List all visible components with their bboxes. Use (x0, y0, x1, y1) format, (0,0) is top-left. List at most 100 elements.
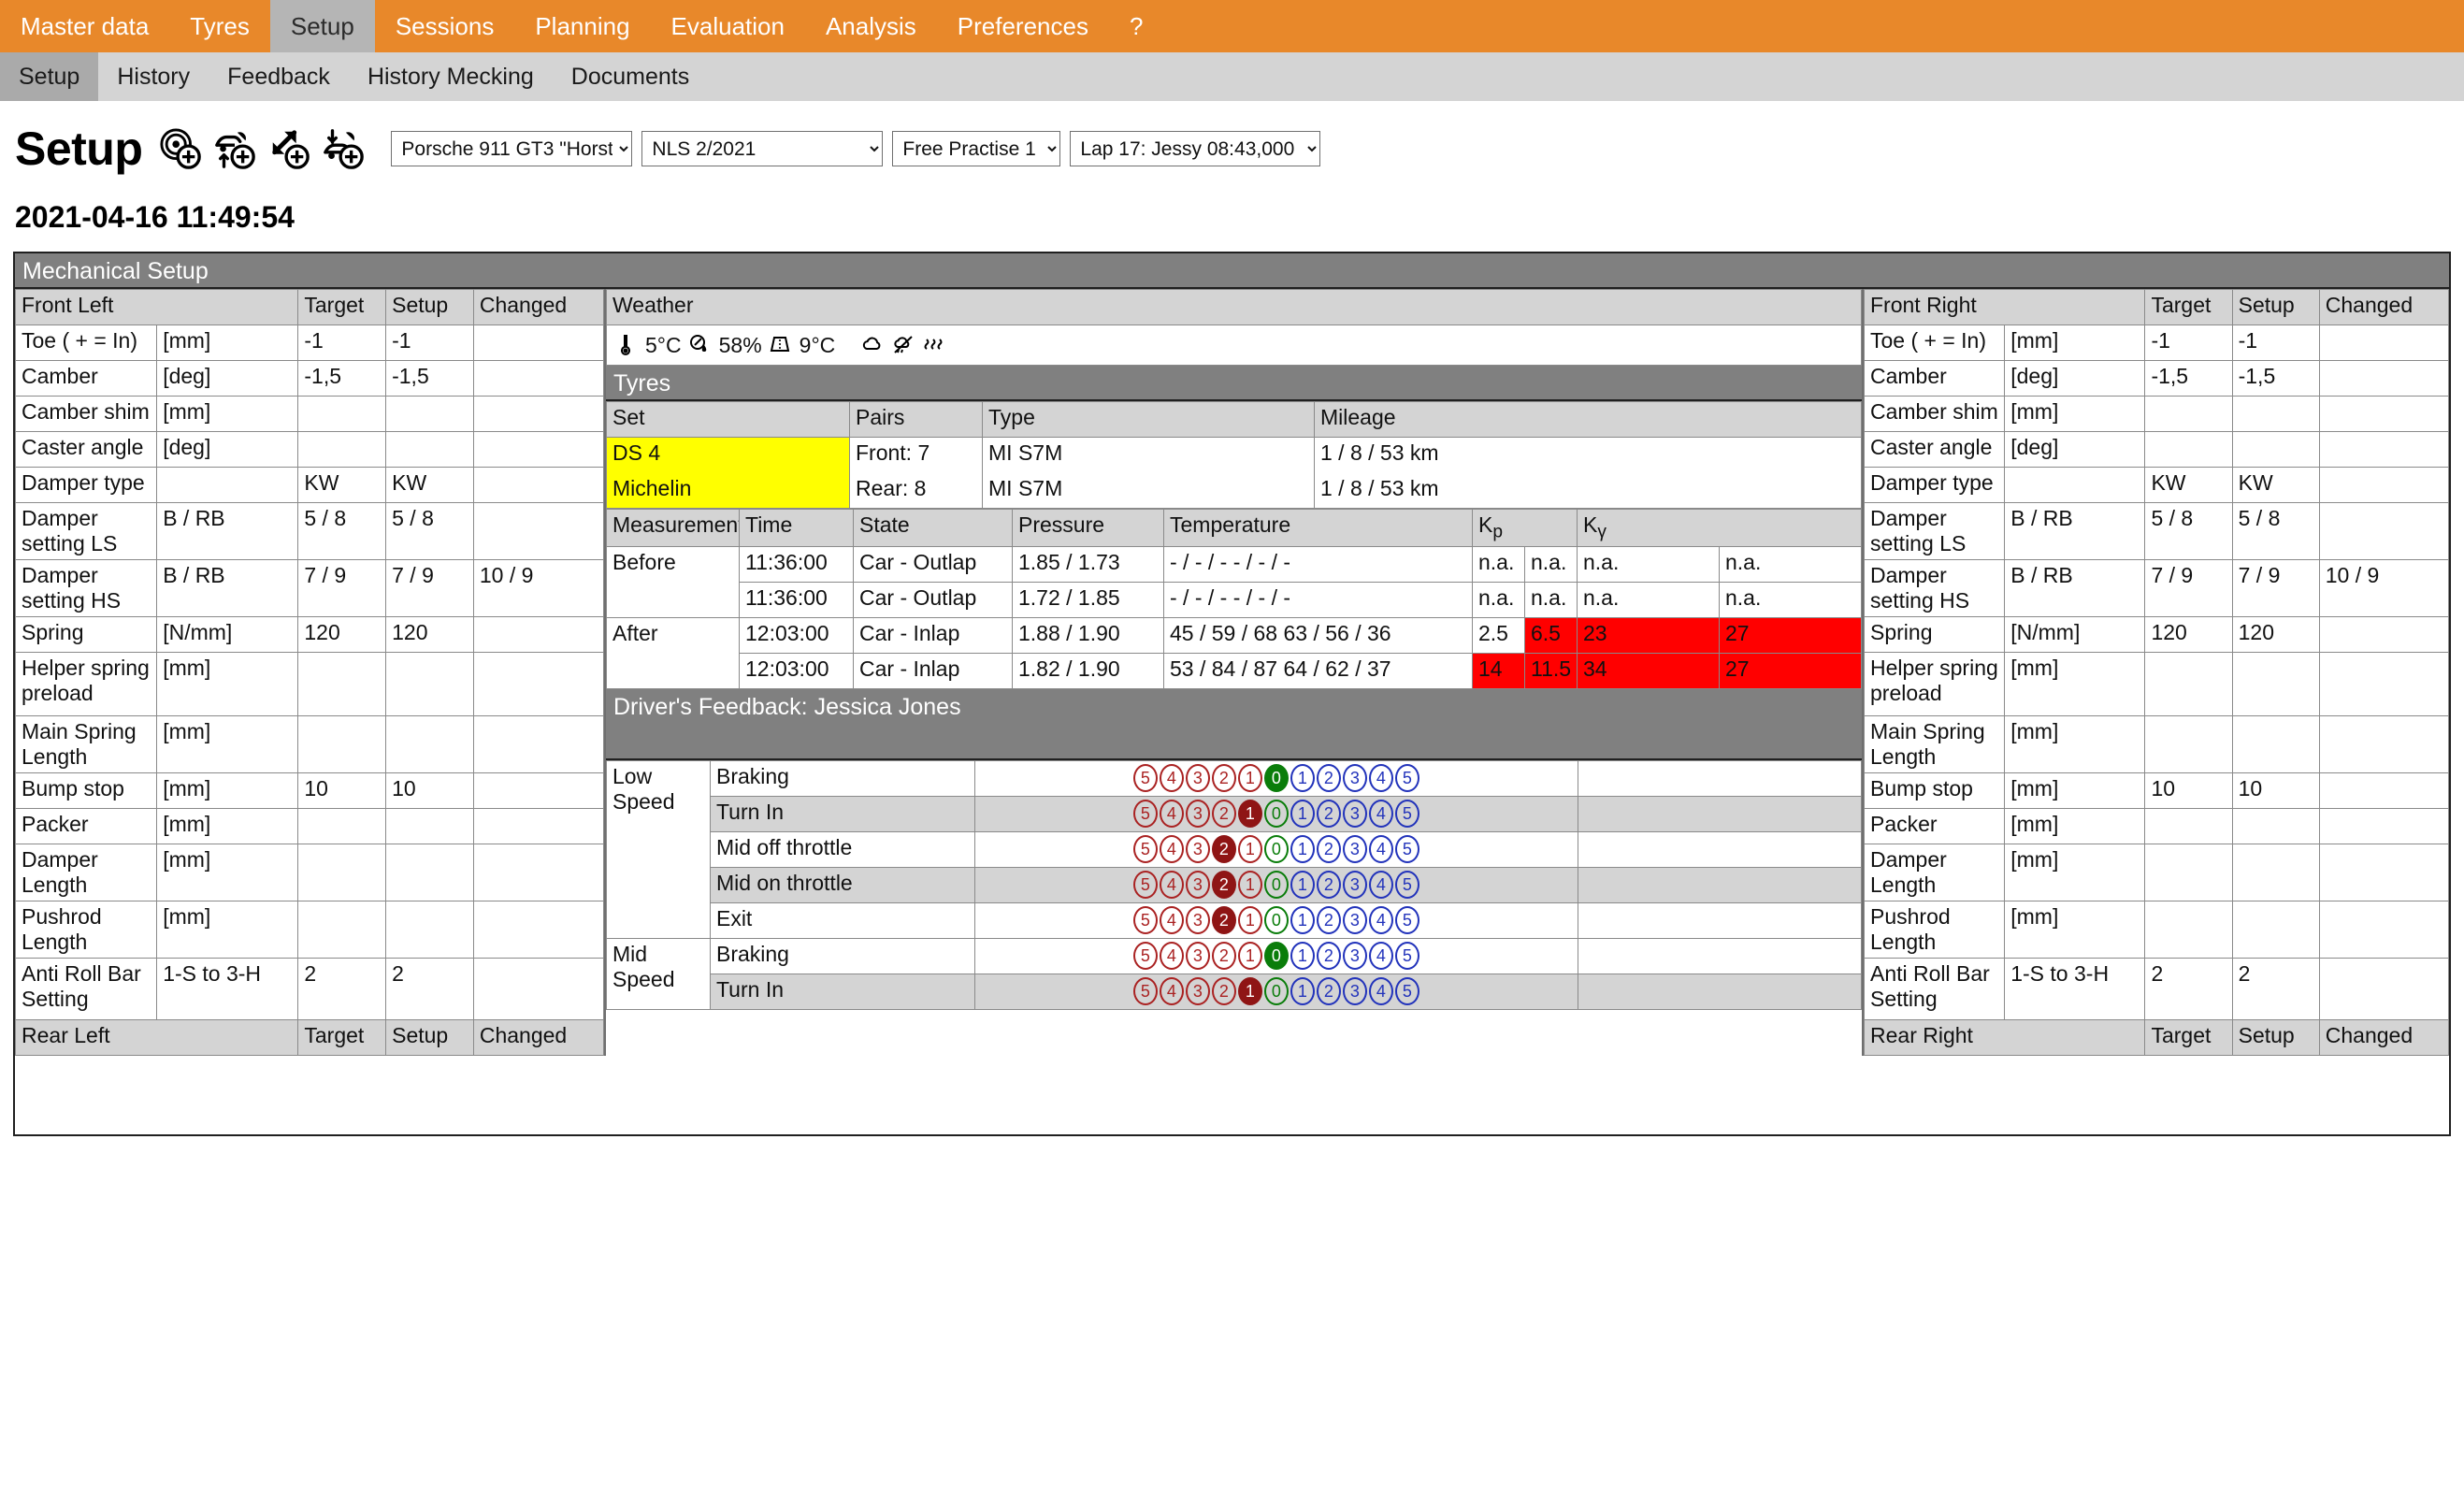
rating-chip--4[interactable]: 4 (1159, 976, 1184, 1005)
rating-chip-p2[interactable]: 2 (1316, 870, 1341, 899)
cell-target[interactable]: 7 / 9 (297, 559, 387, 617)
feedback-rating[interactable]: 54321012345 (973, 830, 1579, 868)
rating-chip--2[interactable]: 2 (1211, 870, 1236, 899)
cell-setup[interactable]: 7 / 9 (2231, 559, 2320, 617)
rating-chip--2[interactable]: 2 (1211, 799, 1236, 828)
rating-chip-p5[interactable]: 5 (1394, 870, 1419, 899)
rating-chip-p4[interactable]: 4 (1368, 834, 1393, 863)
subnav-item-history[interactable]: History (98, 52, 209, 101)
cell-changed[interactable] (2318, 901, 2449, 959)
rating-chip-p3[interactable]: 3 (1342, 763, 1367, 792)
cell-target[interactable]: 10 (297, 772, 387, 809)
cell-target[interactable] (297, 808, 387, 844)
nav-item-master-data[interactable]: Master data (0, 0, 169, 52)
feedback-rating[interactable]: 54321012345 (973, 901, 1579, 939)
cell-tyre-set[interactable]: DS 4 (606, 437, 850, 473)
cell-changed[interactable] (472, 431, 605, 468)
cell-changed[interactable] (472, 901, 605, 959)
cell-target[interactable]: 5 / 8 (2144, 502, 2233, 560)
cell-setup[interactable]: 10 (2231, 772, 2320, 809)
rating-chip-0[interactable]: 0 (1263, 870, 1289, 899)
car-select[interactable]: Porsche 911 GT3 "Horst" (391, 131, 633, 166)
cell-changed[interactable] (472, 467, 605, 503)
cell-target[interactable] (2144, 431, 2233, 468)
cell-setup[interactable] (385, 808, 474, 844)
rating-chip-p2[interactable]: 2 (1316, 763, 1341, 792)
feedback-rating[interactable]: 54321012345 (973, 759, 1579, 797)
cell-target[interactable]: -1 (297, 325, 387, 361)
cell-target[interactable] (2144, 715, 2233, 773)
cell-changed[interactable] (2318, 360, 2449, 397)
rating-chip-p5[interactable]: 5 (1394, 976, 1419, 1005)
cell-setup[interactable]: KW (2231, 467, 2320, 503)
rating-chip-p1[interactable]: 1 (1290, 834, 1315, 863)
cell-setup[interactable] (385, 652, 474, 716)
cell-changed[interactable] (2318, 502, 2449, 560)
rating-chip-p3[interactable]: 3 (1342, 905, 1367, 934)
rating-chip-p4[interactable]: 4 (1368, 941, 1393, 970)
rating-chip--3[interactable]: 3 (1185, 941, 1210, 970)
cell-changed[interactable] (472, 808, 605, 844)
cell-target[interactable]: KW (297, 467, 387, 503)
cell-setup[interactable]: -1 (385, 325, 474, 361)
rating-chip-p5[interactable]: 5 (1394, 763, 1419, 792)
rating-chip--1[interactable]: 1 (1237, 763, 1262, 792)
rating-chip-p1[interactable]: 1 (1290, 976, 1315, 1005)
rating-chip--1[interactable]: 1 (1237, 941, 1262, 970)
rating-scale[interactable]: 54321012345 (981, 905, 1573, 934)
cell-target[interactable] (2144, 844, 2233, 901)
rating-chip-p4[interactable]: 4 (1368, 870, 1393, 899)
nav-item-setup[interactable]: Setup (269, 0, 375, 52)
rating-chip--2[interactable]: 2 (1211, 941, 1236, 970)
feedback-note[interactable] (1578, 830, 1862, 868)
cell-setup[interactable]: 120 (385, 616, 474, 653)
rating-chip-p4[interactable]: 4 (1368, 763, 1393, 792)
cell-target[interactable] (297, 652, 387, 716)
rating-chip--1[interactable]: 1 (1237, 834, 1262, 863)
feedback-note[interactable] (1578, 759, 1862, 797)
rating-chip-p3[interactable]: 3 (1342, 976, 1367, 1005)
cell-target[interactable]: 10 (2144, 772, 2233, 809)
feedback-note[interactable] (1578, 937, 1862, 974)
subnav-item-feedback[interactable]: Feedback (209, 52, 349, 101)
rating-chip-p3[interactable]: 3 (1342, 834, 1367, 863)
rating-chip--1[interactable]: 1 (1237, 870, 1262, 899)
cell-changed[interactable]: 10 / 9 (472, 559, 605, 617)
feedback-rating[interactable]: 54321012345 (973, 866, 1579, 903)
cell-setup[interactable]: 5 / 8 (385, 502, 474, 560)
event-select[interactable]: NLS 2/2021 (641, 131, 884, 166)
rating-chip--5[interactable]: 5 (1132, 870, 1158, 899)
feedback-rating[interactable]: 54321012345 (973, 795, 1579, 832)
rating-chip--1[interactable]: 1 (1237, 905, 1262, 934)
cell-setup[interactable]: 5 / 8 (2231, 502, 2320, 560)
cell-changed[interactable]: 10 / 9 (2318, 559, 2449, 617)
rating-chip-p1[interactable]: 1 (1290, 905, 1315, 934)
subnav-item-history-mecking[interactable]: History Mecking (349, 52, 553, 101)
add-car-lower-icon[interactable] (322, 127, 365, 170)
subnav-item-setup[interactable]: Setup (0, 52, 99, 101)
rating-scale[interactable]: 54321012345 (981, 763, 1573, 792)
rating-chip--5[interactable]: 5 (1132, 905, 1158, 934)
cell-target[interactable]: 2 (2144, 958, 2233, 1020)
cell-target[interactable] (297, 431, 387, 468)
cell-setup[interactable]: 120 (2231, 616, 2320, 653)
nav-item-analysis[interactable]: Analysis (805, 0, 937, 52)
rating-chip--4[interactable]: 4 (1159, 941, 1184, 970)
cell-setup[interactable] (385, 396, 474, 432)
rating-chip-0[interactable]: 0 (1263, 941, 1289, 970)
rating-chip--4[interactable]: 4 (1159, 799, 1184, 828)
cell-changed[interactable] (472, 616, 605, 653)
cell-setup[interactable] (2231, 808, 2320, 844)
rating-chip-0[interactable]: 0 (1263, 976, 1289, 1005)
cell-target[interactable] (2144, 808, 2233, 844)
cell-target[interactable]: -1 (2144, 325, 2233, 361)
cell-changed[interactable] (2318, 396, 2449, 432)
cell-changed[interactable] (472, 360, 605, 397)
cell-setup[interactable]: -1,5 (2231, 360, 2320, 397)
rating-chip-0[interactable]: 0 (1263, 763, 1289, 792)
cell-changed[interactable] (2318, 652, 2449, 716)
rating-chip-p5[interactable]: 5 (1394, 941, 1419, 970)
feedback-note[interactable] (1578, 795, 1862, 832)
rating-chip--5[interactable]: 5 (1132, 976, 1158, 1005)
cell-target[interactable] (297, 901, 387, 959)
